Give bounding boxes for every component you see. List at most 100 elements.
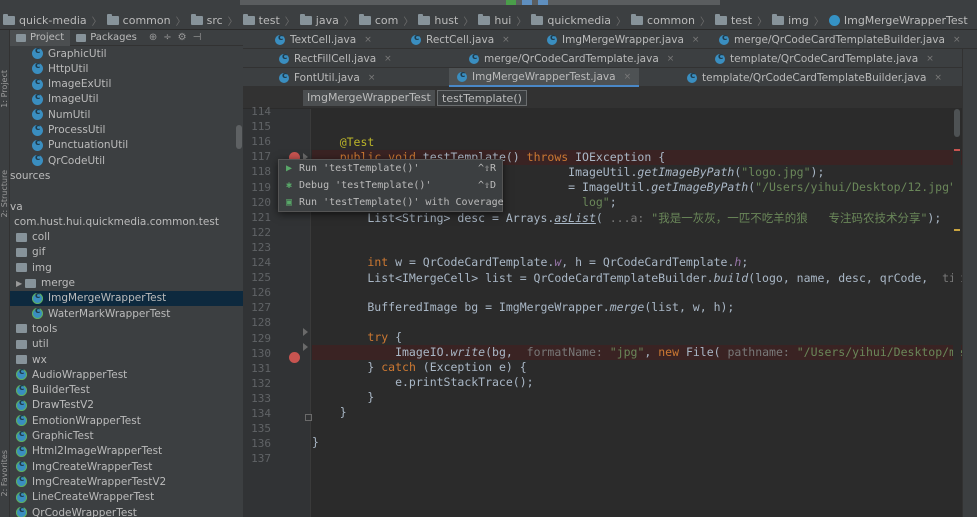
tree-item[interactable]: WaterMarkWrapperTest <box>10 306 243 321</box>
breadcrumb-item[interactable]: ImgMergeWrapperTest <box>826 11 971 29</box>
breakpoint-icon[interactable] <box>289 352 300 363</box>
tree-item[interactable]: tools <box>10 321 243 336</box>
editor-tab-label: ImgMergeWrapperTest.java <box>472 70 616 83</box>
run-icon: ▶ <box>285 163 293 174</box>
tree-item[interactable]: util <box>10 337 243 352</box>
run-icon[interactable] <box>506 0 516 5</box>
structure-tool-label[interactable]: 2: Structure <box>0 170 10 218</box>
favorites-tool-label[interactable]: 2: Favorites <box>0 450 10 496</box>
close-icon[interactable]: × <box>953 35 961 45</box>
tree-item[interactable]: GraphicUtil <box>10 46 243 61</box>
warning-mark[interactable] <box>954 229 960 231</box>
tree-item[interactable]: GraphicTest <box>10 429 243 444</box>
tree-item[interactable]: img <box>10 260 243 275</box>
breadcrumb-label: hui <box>494 13 512 27</box>
breadcrumb-item[interactable]: hui <box>475 11 514 29</box>
editor-tab[interactable]: template/QrCodeCardTemplateBuilder.java × <box>687 68 942 87</box>
editor-tab[interactable]: FontUtil.java × <box>279 68 375 87</box>
breadcrumb-item[interactable]: test <box>712 11 755 29</box>
tree-item[interactable]: coll <box>10 230 243 245</box>
breadcrumb-item[interactable]: com <box>356 11 402 29</box>
breadcrumb-item[interactable]: test <box>240 11 283 29</box>
breadcrumb-item[interactable]: java <box>297 11 342 29</box>
tab-packages[interactable]: Packages <box>70 30 143 46</box>
tree-item[interactable]: wx <box>10 352 243 367</box>
close-icon[interactable]: × <box>502 35 510 45</box>
editor-scroll-thumb[interactable] <box>954 109 960 137</box>
crumb-class[interactable]: ImgMergeWrapperTest <box>303 90 435 106</box>
breadcrumb-item[interactable]: src <box>188 11 226 29</box>
tree-item[interactable]: QrCodeUtil <box>10 153 243 168</box>
project-tool-label[interactable]: 1: Project <box>0 70 10 108</box>
breadcrumb-item[interactable]: quick-media <box>0 11 90 29</box>
editor-tab[interactable]: RectFillCell.java × <box>279 49 392 68</box>
tree-item[interactable]: ▶ merge <box>10 276 243 291</box>
editor-tab[interactable]: ImgMergeWrapper.java × <box>547 30 699 49</box>
editor-tab[interactable]: template/QrCodeCardTemplate.java × <box>715 49 934 68</box>
editor-scrollbar[interactable] <box>953 109 961 517</box>
tree-item[interactable]: va <box>10 199 243 214</box>
breadcrumb-item[interactable]: img <box>769 11 812 29</box>
breadcrumb-item[interactable]: hust <box>415 11 461 29</box>
menu-item-coverage[interactable]: ▣ Run 'testTemplate()' with Coverage <box>279 194 504 211</box>
tree-item[interactable]: ImageUtil <box>10 92 243 107</box>
error-mark[interactable] <box>954 149 960 151</box>
hide-icon[interactable]: ⊣ <box>193 32 202 43</box>
tree-item[interactable]: ImgCreateWrapperTest <box>10 459 243 474</box>
fold-icon[interactable] <box>305 414 312 421</box>
tab-project[interactable]: Project <box>10 30 71 46</box>
tree-item[interactable]: AudioWrapperTest <box>10 367 243 382</box>
line-number: 119 <box>251 180 271 194</box>
scroll-from-source-icon[interactable]: ⊕ <box>149 32 157 43</box>
fold-arrow-icon[interactable] <box>303 343 308 351</box>
close-icon[interactable]: × <box>384 54 392 64</box>
tree-item[interactable]: HttpUtil <box>10 61 243 76</box>
gear-icon[interactable]: ⚙ <box>178 32 187 43</box>
tree-item[interactable]: ImageExUtil <box>10 77 243 92</box>
tree-item[interactable]: NumUtil <box>10 107 243 122</box>
tree-item[interactable]: com.hust.hui.quickmedia.common.test <box>10 214 243 229</box>
editor-tab[interactable]: ImgMergeWrapperTest.java × <box>449 68 640 87</box>
tree-item[interactable]: Html2ImageWrapperTest <box>10 444 243 459</box>
debug-icon[interactable] <box>522 0 532 5</box>
breadcrumb-item[interactable]: common <box>104 11 174 29</box>
breadcrumb-item[interactable]: common <box>628 11 698 29</box>
left-tool-strip: 1: Project 2: Structure 2: Favorites <box>0 30 10 517</box>
coverage-icon[interactable] <box>538 0 548 5</box>
breadcrumb-item[interactable]: quickmedia <box>528 11 614 29</box>
close-icon[interactable]: × <box>667 54 675 64</box>
tree-item[interactable]: DrawTestV2 <box>10 398 243 413</box>
editor-tab[interactable]: merge/QrCodeCardTemplate.java × <box>469 49 674 68</box>
crumb-method[interactable]: testTemplate() <box>437 90 527 106</box>
tree-item[interactable]: ImgMergeWrapperTest <box>10 290 243 306</box>
editor-tab[interactable]: merge/QrCodeCardTemplateBuilder.java × <box>719 30 960 49</box>
tree-item[interactable]: PunctuationUtil <box>10 138 243 153</box>
fold-arrow-icon[interactable] <box>303 328 308 336</box>
test-class-icon <box>16 413 27 427</box>
tree-item[interactable]: ProcessUtil <box>10 123 243 138</box>
tree-item[interactable]: EmotionWrapperTest <box>10 413 243 428</box>
tree-item-label: va <box>10 200 23 213</box>
breadcrumb-label: img <box>788 13 809 27</box>
project-scrollbar[interactable] <box>236 125 242 149</box>
close-icon[interactable]: × <box>368 73 376 83</box>
editor-tab[interactable]: TextCell.java × <box>275 30 372 49</box>
menu-item-debug[interactable]: ✱ Debug 'testTemplate()' ^⇧D <box>279 177 504 194</box>
close-icon[interactable]: × <box>934 73 942 83</box>
tree-item[interactable]: BuilderTest <box>10 383 243 398</box>
tree-item[interactable]: ImgCreateWrapperTestV2 <box>10 474 243 489</box>
close-icon[interactable]: × <box>692 35 700 45</box>
close-icon[interactable]: × <box>624 72 632 82</box>
menu-item-run[interactable]: ▶ Run 'testTemplate()' ^⇧R <box>279 160 504 177</box>
editor-tab[interactable]: RectCell.java × <box>411 30 510 49</box>
tree-item[interactable]: LineCreateWrapperTest <box>10 490 243 505</box>
collapse-all-icon[interactable]: ÷ <box>163 32 171 43</box>
tree-item[interactable]: sources <box>10 168 243 183</box>
tree-item[interactable] <box>10 184 243 199</box>
close-icon[interactable]: × <box>926 54 934 64</box>
breadcrumb-label: ImgMergeWrapperTest <box>843 13 968 27</box>
tree-item[interactable]: gif <box>10 245 243 260</box>
expand-arrow-icon[interactable]: ▶ <box>16 279 25 288</box>
close-icon[interactable]: × <box>364 35 372 45</box>
tree-item[interactable]: QrCodeWrapperTest <box>10 505 243 517</box>
